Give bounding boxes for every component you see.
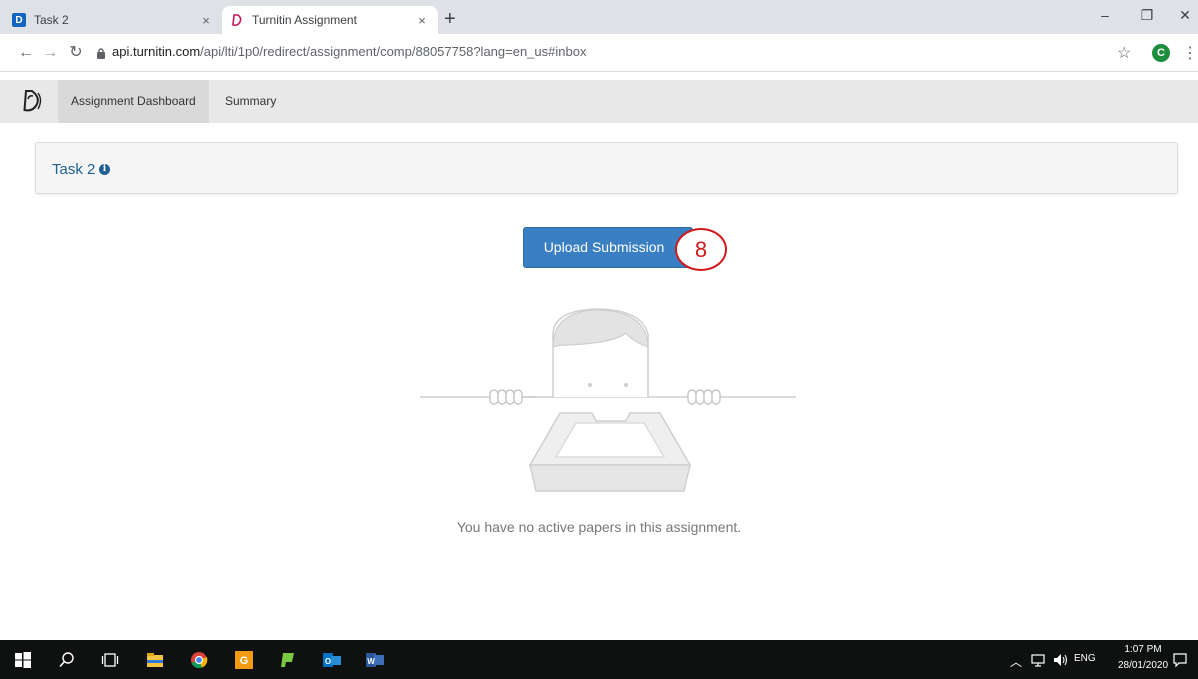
svg-text:W: W — [367, 657, 375, 666]
browser-toolbar: ← → ↻ api.turnitin.com/api/lti/1p0/redir… — [0, 34, 1198, 72]
turnitin-favicon-icon — [230, 13, 244, 27]
minimize-button[interactable]: – — [1082, 0, 1128, 30]
file-explorer-icon[interactable] — [146, 651, 164, 669]
close-window-button[interactable]: ✕ — [1162, 0, 1198, 30]
new-tab-button[interactable]: + — [444, 9, 456, 29]
grammarly-app-icon[interactable]: G — [235, 651, 253, 669]
menu-dots-icon[interactable]: ⋮ — [1182, 43, 1198, 63]
close-tab-icon[interactable]: × — [198, 13, 214, 28]
tab-task-2[interactable]: D Task 2 × — [4, 6, 222, 34]
windows-taskbar: G O W ︿ ENG 1:07 PM 28/01/2020 — [0, 640, 1198, 679]
bookmark-star-icon[interactable]: ☆ — [1117, 43, 1131, 63]
action-center-icon[interactable] — [1172, 652, 1188, 668]
tray-chevron-icon[interactable]: ︿ — [1010, 653, 1022, 670]
back-arrow-icon[interactable]: ← — [16, 43, 36, 63]
assignment-header-panel: Task 2 i — [35, 142, 1178, 194]
windows-start-icon[interactable] — [14, 651, 32, 669]
d-favicon-icon: D — [12, 13, 26, 27]
empty-state-message: You have no active papers in this assign… — [456, 519, 742, 535]
url-path: /api/lti/1p0/redirect/assignment/comp/88… — [200, 44, 587, 59]
assignment-title: Task 2 — [52, 161, 96, 178]
info-icon[interactable]: i — [99, 164, 110, 175]
chrome-icon[interactable] — [190, 651, 208, 669]
forward-arrow-icon[interactable]: → — [40, 43, 60, 63]
empty-inbox-illustration — [420, 308, 796, 492]
tab-turnitin-assignment[interactable]: Turnitin Assignment × — [222, 6, 438, 34]
network-icon[interactable] — [1030, 652, 1046, 668]
close-tab-icon[interactable]: × — [414, 13, 430, 28]
tab-summary[interactable]: Summary — [212, 80, 289, 123]
language-indicator[interactable]: ENG — [1074, 653, 1096, 664]
outlook-icon[interactable]: O — [323, 651, 341, 669]
svg-text:O: O — [325, 657, 331, 666]
tab-title: Task 2 — [34, 13, 69, 27]
profile-avatar[interactable]: C — [1152, 44, 1170, 62]
turnitin-logo-icon[interactable] — [20, 88, 44, 114]
address-bar[interactable]: api.turnitin.com/api/lti/1p0/redirect/as… — [112, 44, 586, 59]
browser-tab-strip: D Task 2 × Turnitin Assignment × + – ❐ ✕ — [0, 0, 1198, 34]
lock-icon[interactable] — [96, 46, 106, 64]
green-app-icon[interactable] — [279, 651, 297, 669]
tab-assignment-dashboard[interactable]: Assignment Dashboard — [58, 80, 209, 123]
tab-title: Turnitin Assignment — [252, 13, 357, 27]
clock-time[interactable]: 1:07 PM — [1118, 644, 1168, 655]
svg-text:G: G — [240, 655, 249, 667]
task-view-icon[interactable] — [101, 651, 119, 669]
step-number-marker: 8 — [675, 228, 727, 271]
search-icon[interactable] — [58, 651, 76, 669]
clock-date[interactable]: 28/01/2020 — [1114, 660, 1172, 671]
reload-icon[interactable]: ↻ — [66, 43, 86, 63]
word-icon[interactable]: W — [366, 651, 384, 669]
upload-submission-button[interactable]: Upload Submission — [523, 227, 693, 268]
url-host: api.turnitin.com — [112, 44, 201, 59]
volume-icon[interactable] — [1052, 652, 1068, 668]
turnitin-navbar: Assignment Dashboard Summary — [0, 80, 1198, 123]
